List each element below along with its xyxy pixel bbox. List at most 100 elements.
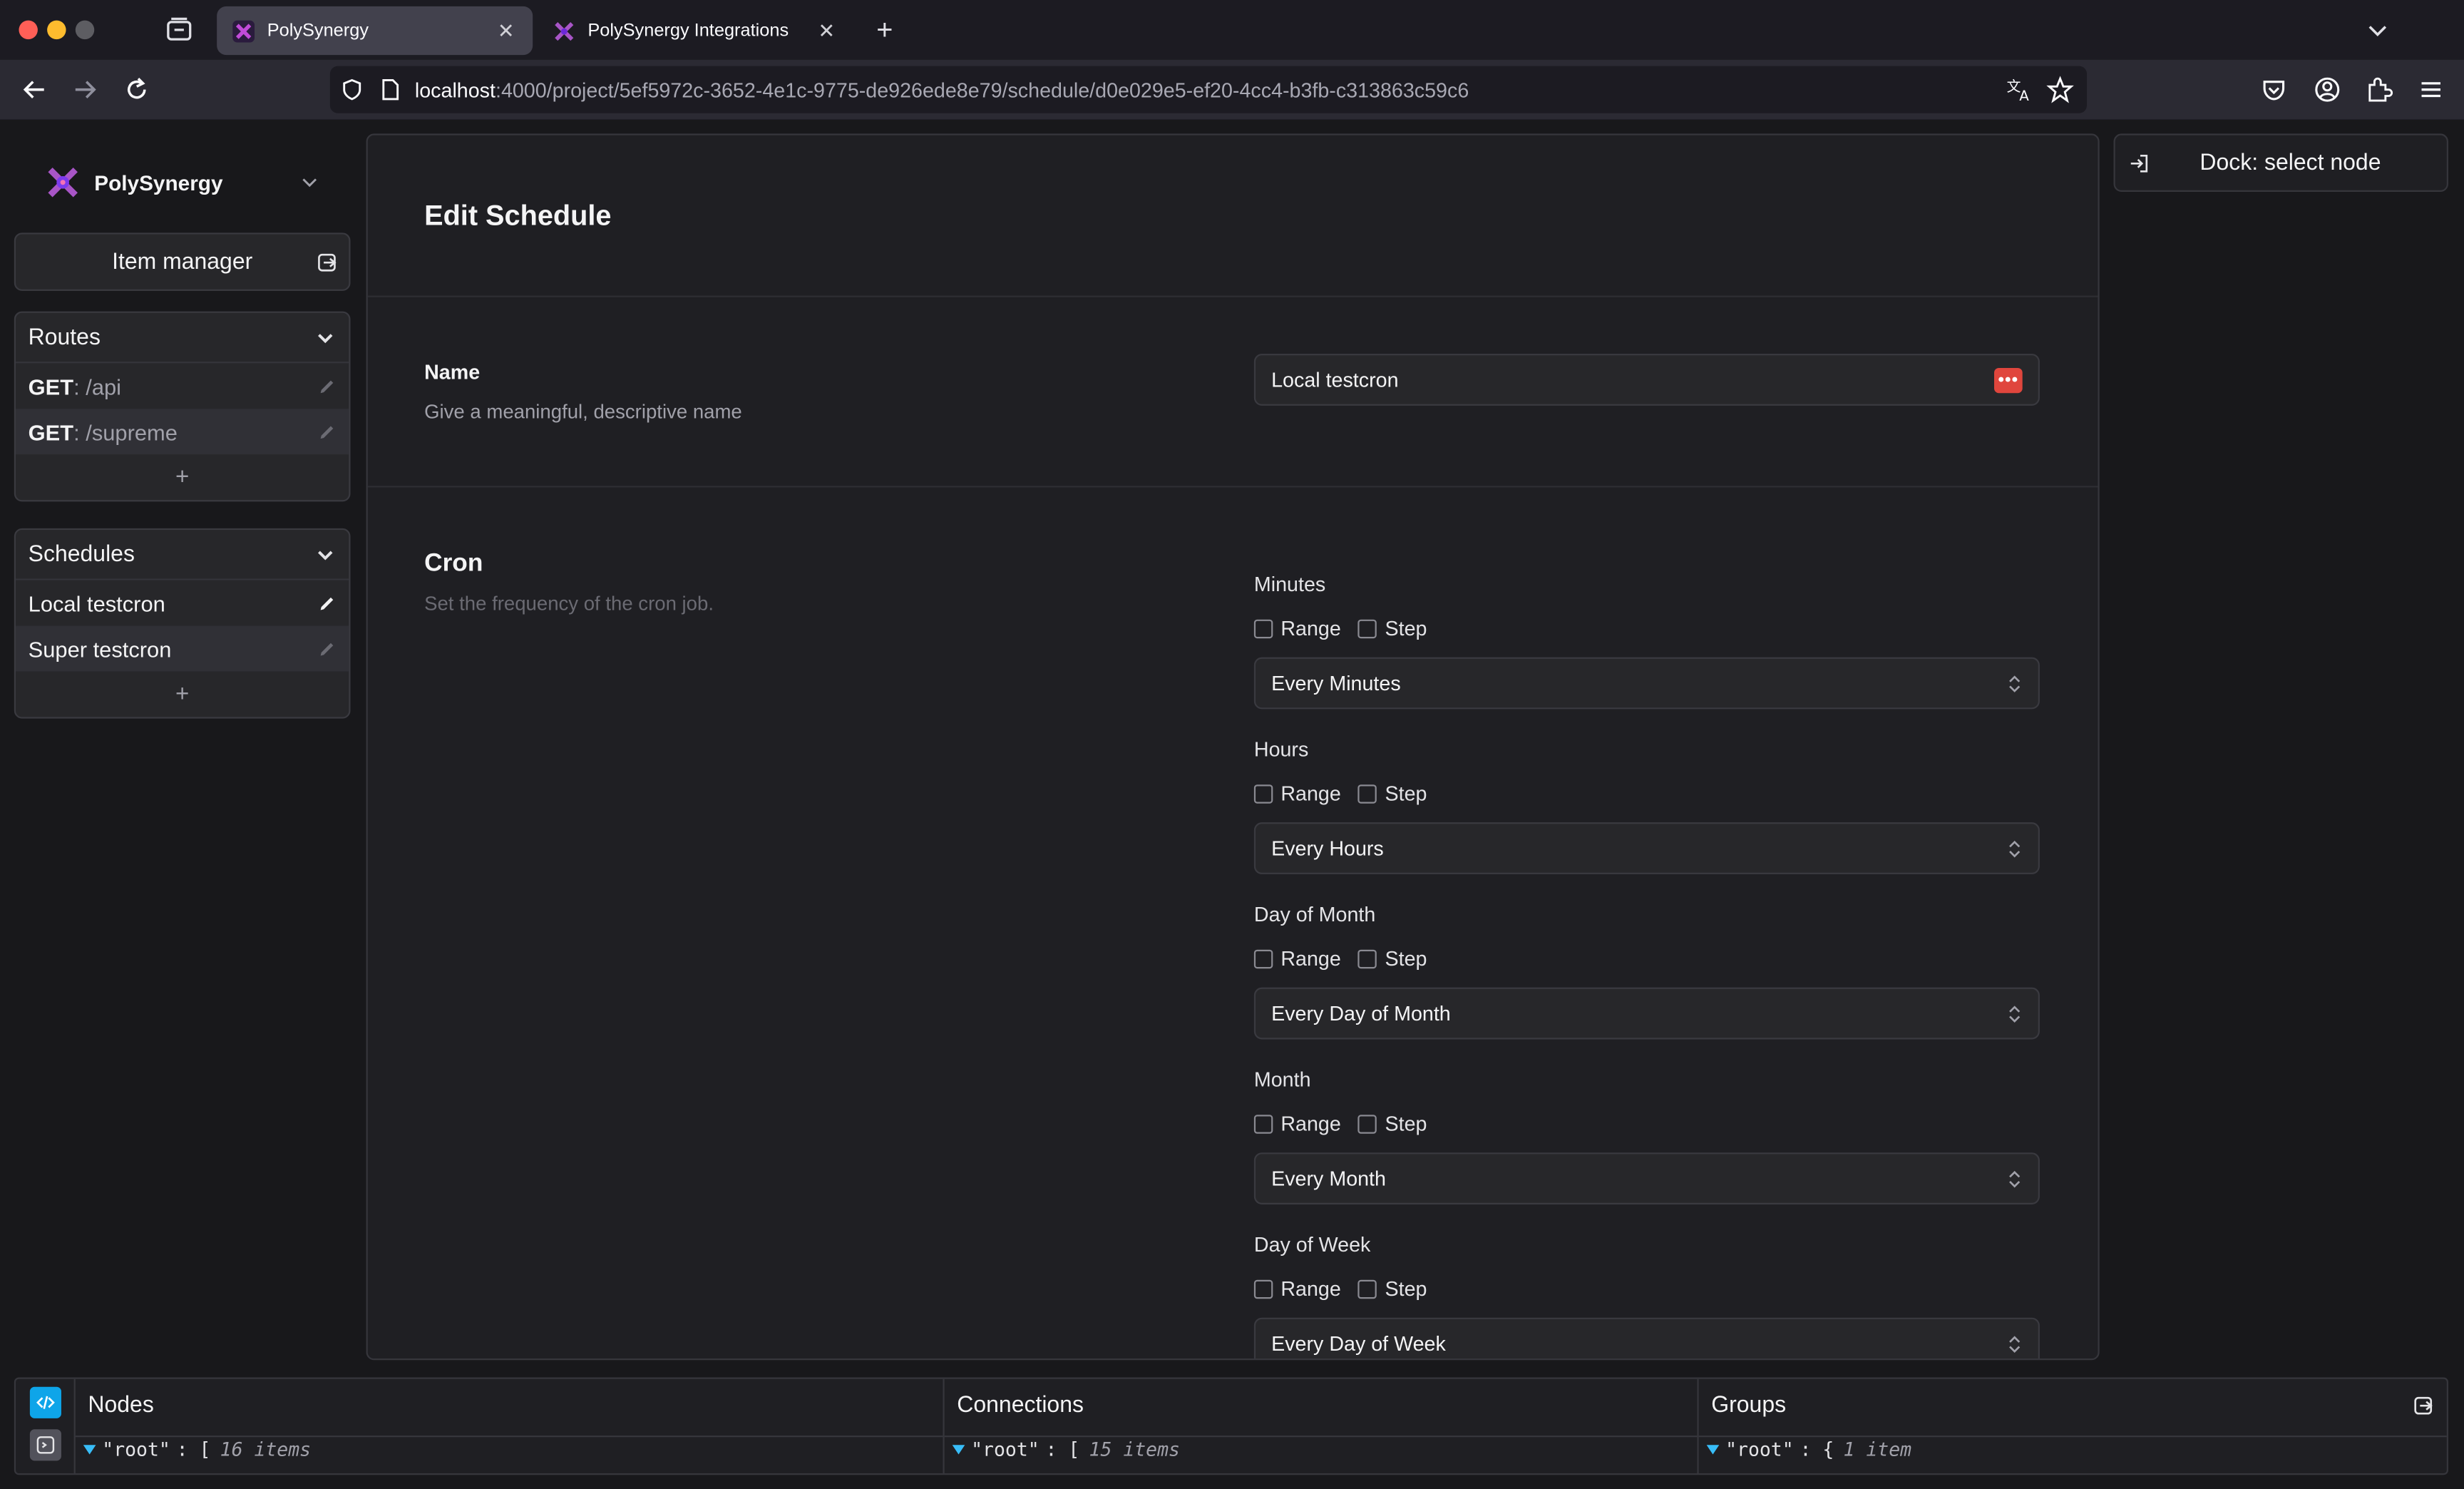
pencil-icon[interactable] [317, 377, 336, 395]
select-arrows-icon [2009, 1005, 2021, 1022]
month-range-checkbox[interactable] [1253, 1114, 1273, 1133]
code-view-icon[interactable] [29, 1386, 61, 1418]
step-label: Step [1385, 781, 1427, 805]
day-of-month-range-checkbox[interactable] [1253, 948, 1273, 968]
expand-triangle-icon[interactable] [952, 1443, 965, 1456]
day-of-week-select[interactable]: Every Day of Week [1253, 1317, 2040, 1359]
minutes-range-checkbox[interactable] [1253, 618, 1273, 638]
groups-title: Groups [1711, 1393, 1787, 1418]
connections-title: Connections [957, 1393, 1084, 1418]
account-icon[interactable] [2313, 76, 2341, 104]
json-count: 15 items [1089, 1438, 1180, 1461]
close-tab-icon[interactable]: ✕ [495, 19, 517, 42]
page-info-icon[interactable] [377, 77, 402, 102]
range-label: Range [1280, 616, 1341, 640]
hours-select-value: Every Hours [1271, 836, 1384, 861]
extensions-puzzle-icon[interactable] [2365, 76, 2393, 104]
schedule-item-local-testcron[interactable]: Local testcron [16, 580, 349, 626]
groups-json-tree[interactable]: "root" : { 1 item [1706, 1438, 1911, 1461]
undock-icon[interactable] [2412, 1395, 2434, 1417]
hours-step-checkbox[interactable] [1358, 784, 1377, 803]
polysynergy-logo-icon [48, 168, 78, 198]
tab-overview-icon[interactable] [165, 16, 193, 44]
range-label: Range [1280, 1276, 1341, 1301]
translate-icon[interactable]: 文 A [2005, 76, 2033, 104]
terminal-view-icon[interactable] [29, 1429, 61, 1461]
expand-triangle-icon[interactable] [1706, 1443, 1720, 1456]
undock-icon[interactable] [316, 252, 338, 274]
day-of-week-range-checkbox[interactable] [1253, 1279, 1273, 1299]
close-tab-icon[interactable]: ✕ [816, 19, 838, 42]
chevron-down-icon[interactable] [314, 543, 337, 566]
edit-schedule-form: Edit Schedule Name Give a meaningful, de… [366, 133, 2100, 1361]
minutes-step-checkbox[interactable] [1358, 618, 1377, 638]
divider [944, 1436, 1698, 1438]
menu-hamburger-icon[interactable] [2417, 76, 2445, 104]
month-options: Range Step [1253, 1112, 1444, 1135]
pencil-icon[interactable] [317, 422, 336, 441]
json-bracket: : [ [1045, 1438, 1080, 1461]
day-of-month-select[interactable]: Every Day of Month [1253, 987, 2040, 1040]
tab-polysynergy[interactable]: PolySynergy ✕ [217, 6, 533, 56]
chevron-down-icon[interactable] [314, 327, 337, 349]
item-manager-label: Item manager [112, 249, 253, 275]
select-arrows-icon [2009, 839, 2021, 857]
expand-triangle-icon[interactable] [83, 1443, 96, 1456]
minutes-select[interactable]: Every Minutes [1253, 657, 2040, 710]
month-step-checkbox[interactable] [1358, 1114, 1377, 1133]
month-select[interactable]: Every Month [1253, 1152, 2040, 1204]
pocket-icon[interactable] [2259, 76, 2288, 104]
password-manager-icon[interactable]: ••• [1994, 367, 2023, 393]
project-switcher[interactable]: PolySynergy [46, 163, 319, 201]
select-arrows-icon [2009, 1170, 2021, 1187]
reload-icon[interactable] [121, 74, 153, 106]
routes-header[interactable]: Routes [16, 313, 349, 364]
schedules-header[interactable]: Schedules [16, 530, 349, 580]
shield-icon[interactable] [339, 77, 364, 102]
pencil-icon[interactable] [317, 639, 336, 657]
route-item-api[interactable]: GET: /api [16, 363, 349, 409]
step-label: Step [1385, 946, 1427, 971]
divider [367, 295, 2098, 297]
routes-title: Routes [28, 324, 101, 350]
url-bar[interactable]: localhost:4000/project/5ef5972c-3652-4e1… [329, 66, 2088, 113]
tab-title: PolySynergy Integrations [587, 21, 789, 41]
bookmark-star-icon[interactable] [2046, 76, 2075, 104]
nodes-json-tree[interactable]: "root" : [ 16 items [83, 1438, 311, 1460]
zoom-window-button[interactable] [75, 20, 95, 40]
minimize-window-button[interactable] [47, 20, 66, 40]
divider [1698, 1436, 2447, 1438]
schedule-item-super-testcron[interactable]: Super testcron [16, 625, 349, 672]
app-area: PolySynergy Item manager Routes GET: /ap… [0, 119, 2464, 1489]
connections-column: Connections "root" : [ 15 items [943, 1378, 1698, 1473]
pencil-icon[interactable] [317, 593, 336, 612]
new-tab-button[interactable]: + [871, 16, 899, 44]
polysynergy-favicon-icon [232, 19, 255, 42]
select-arrows-icon [2009, 675, 2021, 692]
groups-column: Groups "root" : { 1 item [1697, 1378, 2447, 1473]
schedules-title: Schedules [28, 541, 135, 567]
tab-title: PolySynergy [267, 21, 369, 41]
add-schedule-button[interactable]: + [16, 671, 349, 717]
add-route-button[interactable]: + [16, 454, 349, 500]
route-item-supreme[interactable]: GET: /supreme [16, 409, 349, 455]
list-tabs-chevron-icon[interactable] [2363, 16, 2392, 44]
route-path: /api [86, 373, 122, 399]
minutes-label: Minutes [1253, 572, 1326, 596]
back-arrow-icon[interactable] [19, 74, 50, 106]
close-window-button[interactable] [19, 20, 38, 40]
tab-polysynergy-integrations[interactable]: PolySynergy Integrations ✕ [538, 6, 853, 55]
json-key: "root" [1725, 1438, 1794, 1461]
hours-select[interactable]: Every Hours [1253, 822, 2040, 874]
browser-window: PolySynergy ✕ PolySynergy Integrations ✕… [0, 0, 2464, 1489]
item-manager-button[interactable]: Item manager [14, 232, 351, 291]
day-of-month-step-checkbox[interactable] [1358, 948, 1377, 968]
name-input[interactable]: Local testcron ••• [1253, 354, 2040, 406]
connections-json-tree[interactable]: "root" : [ 15 items [952, 1438, 1180, 1461]
dock-select-node-button[interactable]: Dock: select node [2113, 133, 2448, 192]
hours-range-checkbox[interactable] [1253, 784, 1273, 803]
url-host: localhost [414, 78, 496, 102]
forward-arrow-icon[interactable] [69, 74, 101, 106]
day-of-week-step-checkbox[interactable] [1358, 1279, 1377, 1299]
minutes-options: Range Step [1253, 616, 1444, 640]
